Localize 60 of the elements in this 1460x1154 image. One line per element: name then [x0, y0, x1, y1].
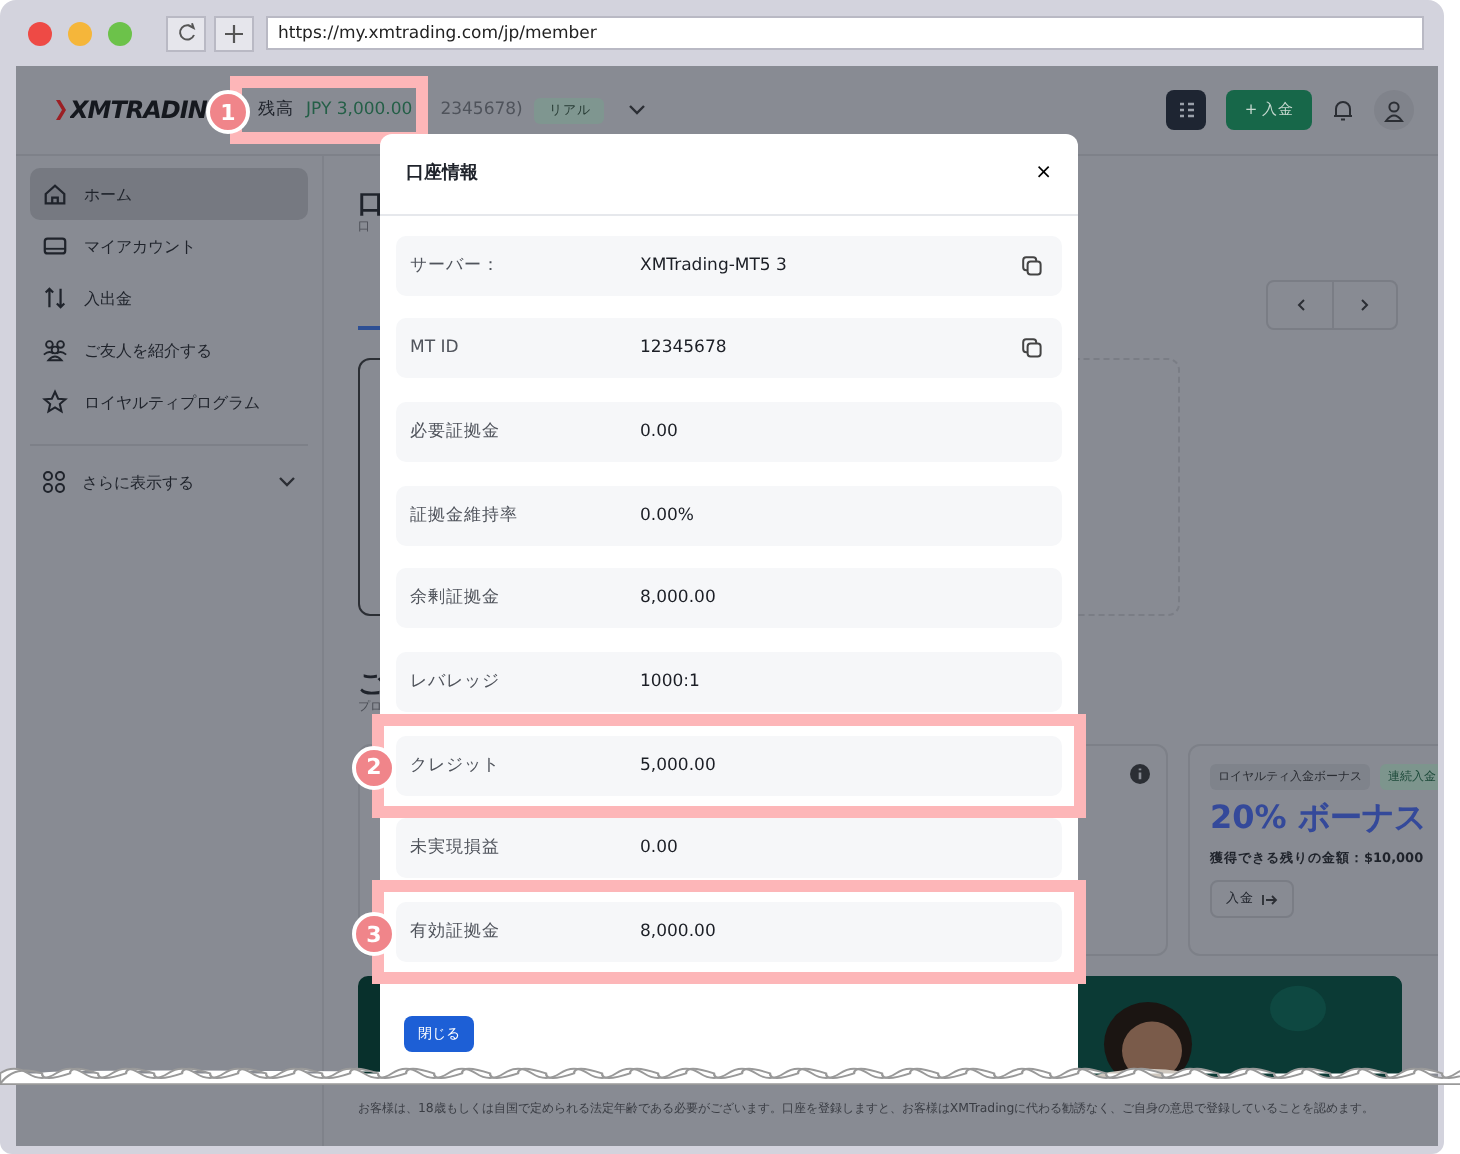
address-bar[interactable]: https://my.xmtrading.com/jp/member — [266, 16, 1424, 50]
reload-button[interactable] — [166, 15, 206, 51]
field-label: 証拠金維持率 — [410, 503, 520, 528]
field-value: 8,000.00 — [640, 922, 716, 942]
people-icon — [42, 336, 68, 364]
logo-mark-icon — [56, 100, 66, 120]
info-icon[interactable] — [1130, 764, 1150, 784]
star-icon — [42, 388, 68, 416]
copy-icon[interactable] — [1022, 255, 1042, 275]
home-icon — [42, 180, 68, 208]
field-label: 未実現損益 — [410, 836, 502, 861]
field-value: 0.00 — [640, 421, 678, 442]
reload-icon — [175, 22, 197, 44]
chevron-down-icon[interactable] — [628, 104, 647, 116]
field-value: 1000:1 — [640, 671, 700, 692]
grid-icon — [42, 470, 66, 494]
bonus-title: 20% ボーナス — [1210, 798, 1428, 840]
chevron-left-icon — [1295, 298, 1305, 312]
chevron-down-icon — [278, 476, 296, 488]
balance-value: JPY 3,000.00 — [306, 100, 413, 120]
field-value: 5,000.00 — [640, 755, 716, 776]
new-tab-button[interactable] — [214, 15, 254, 51]
field-value: 0.00 — [640, 838, 678, 859]
balance-label: 残高 — [258, 98, 294, 122]
sidebar-item[interactable]: ホーム — [30, 168, 308, 220]
sidebar-item[interactable]: 入出金 — [30, 272, 308, 324]
sidebar-item[interactable]: ご友人を紹介する — [30, 324, 308, 376]
field-label: 必要証拠金 — [410, 419, 502, 444]
field-label: MT ID — [410, 338, 461, 359]
step-number-badge: 2 — [352, 745, 396, 790]
plus-icon — [224, 23, 244, 43]
field-label: 有効証拠金 — [410, 920, 502, 944]
list-icon — [1177, 101, 1196, 119]
field-value: XMTrading-MT5 3 — [640, 255, 787, 275]
copy-icon[interactable] — [1022, 338, 1042, 359]
sidebar-item[interactable]: マイアカウント — [30, 220, 308, 272]
step-number-badge: 3 — [352, 912, 396, 956]
field-value: 8,000.00 — [640, 588, 716, 609]
page-heading: 口 — [358, 192, 386, 220]
user-avatar-button[interactable] — [1374, 90, 1414, 130]
show-more-item[interactable]: さらに表示する — [30, 456, 308, 508]
grid-icon-button[interactable] — [1166, 90, 1207, 130]
field-label: クレジット — [410, 753, 502, 778]
dialog-title: 口座情報 — [406, 160, 478, 187]
sidebar-item[interactable]: ロイヤルティプログラム — [30, 376, 308, 428]
card-icon — [42, 232, 68, 260]
field-value: 0.00% — [640, 505, 695, 526]
field-label: レバレッジ — [410, 669, 502, 694]
up-down-arrows-icon — [42, 284, 68, 312]
arrow-right-icon — [1262, 893, 1278, 905]
bell-icon[interactable] — [1332, 98, 1354, 122]
close-button[interactable]: × — [1035, 162, 1052, 185]
field-value: 12345678 — [640, 338, 727, 359]
user-icon — [1384, 99, 1404, 121]
account-number: 2345678) — [440, 100, 523, 120]
close-window-button[interactable] — [28, 21, 52, 45]
chevron-right-icon — [1360, 298, 1370, 312]
field-label: サーバー： — [410, 253, 502, 277]
field-label: 余剰証拠金 — [410, 586, 502, 611]
step-number-badge: 1 — [206, 90, 250, 134]
